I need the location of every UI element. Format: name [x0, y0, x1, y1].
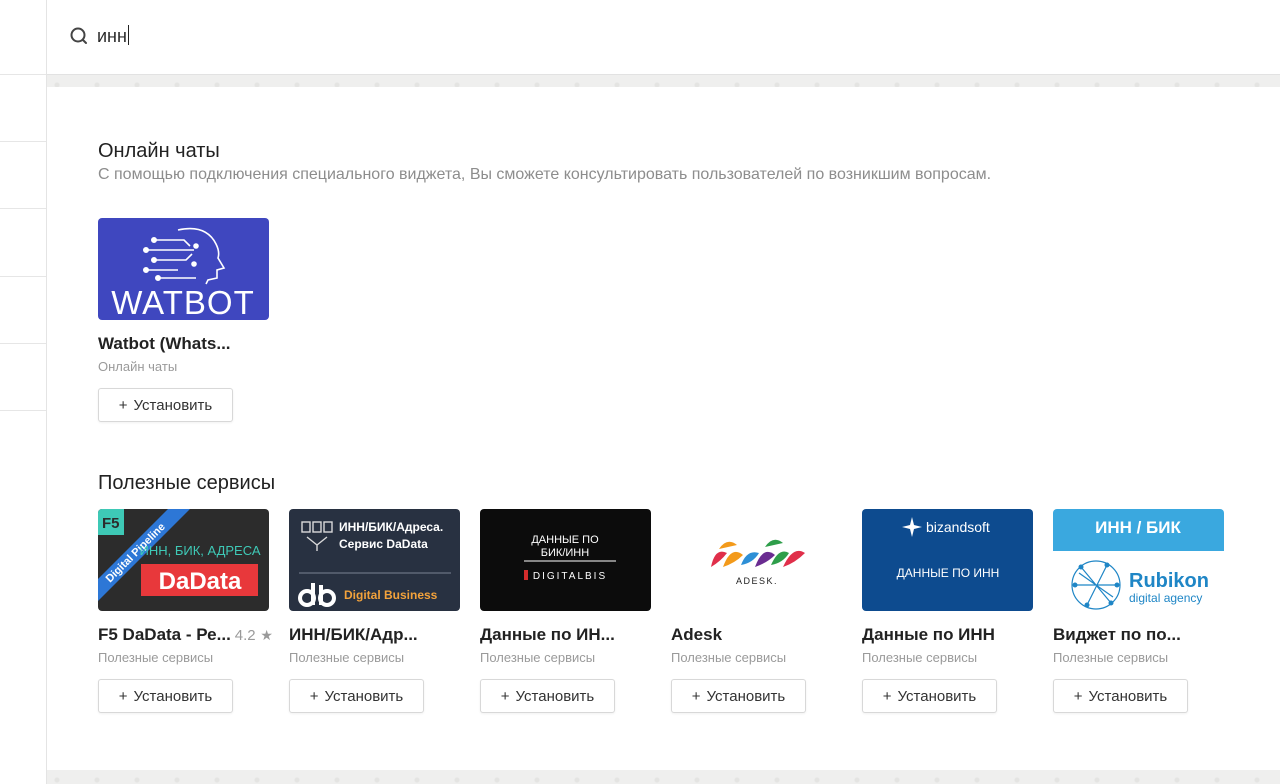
card-category: Полезные сервисы [480, 650, 596, 665]
card-category: Полезные сервисы [862, 650, 978, 665]
card-category: Онлайн чаты [98, 359, 178, 374]
card-title[interactable]: F5 DaData - Ре... 4.2 ★ [98, 625, 273, 645]
card-category: Полезные сервисы [1053, 650, 1169, 665]
logo-line-1: ДАННЫЕ ПО ИНН [897, 566, 1000, 580]
card-category: Полезные сервисы [671, 650, 787, 665]
card-category: Полезные сервисы [289, 650, 405, 665]
logo-line-2: Сервис DaData [339, 537, 428, 551]
card-title[interactable]: Данные по ИНН [862, 625, 995, 645]
brand-name: bizandsoft [926, 519, 990, 535]
install-button[interactable]: + Установить [671, 679, 806, 713]
install-button[interactable]: + Установить [1053, 679, 1188, 713]
plus-icon: + [309, 687, 319, 705]
sidebar-divider [0, 141, 46, 142]
watbot-logo-text: WATBOT [111, 284, 254, 320]
plus-icon: + [691, 687, 701, 705]
rubikon-logo[interactable]: ИНН / БИК Rubikon digital agency [1053, 509, 1224, 611]
rating-value: 4.2 [234, 627, 256, 644]
watbot-logo[interactable]: WATBOT [98, 218, 269, 320]
sidebar-divider [0, 276, 46, 277]
install-button[interactable]: + Установить [862, 679, 997, 713]
digitalbis-logo[interactable]: ДАННЫЕ ПО БИК/ИНН DIGITALBIS [480, 509, 651, 611]
card-title[interactable]: Watbot (Whats... [98, 334, 231, 354]
background-pattern [47, 75, 1280, 87]
banner-text: ИНН / БИК [1095, 518, 1181, 537]
card-category: Полезные сервисы [98, 650, 214, 665]
bizandsoft-logo[interactable]: bizandsoft ДАННЫЕ ПО ИНН [862, 509, 1033, 611]
brand-name: DIGITALBIS [533, 571, 607, 582]
sidebar-divider [0, 208, 46, 209]
plus-icon: + [118, 687, 128, 705]
search-input[interactable]: инн [97, 25, 129, 47]
brand-name: Digital Business [344, 588, 438, 602]
card-title[interactable]: Adesk [671, 625, 722, 645]
section-title-online-chats: Онлайн чаты [98, 140, 220, 162]
background-pattern [47, 770, 1280, 784]
search-icon[interactable] [69, 26, 91, 48]
sidebar-divider [0, 74, 46, 75]
plus-icon: + [118, 396, 128, 414]
install-button[interactable]: + Установить [98, 388, 233, 422]
brand-tagline: digital agency [1129, 591, 1202, 605]
card-title[interactable]: Данные по ИН... [480, 625, 615, 645]
sidebar-divider [0, 410, 46, 411]
logo-line-1: ИНН/БИК/Адреса. [339, 520, 443, 534]
install-button[interactable]: + Установить [98, 679, 233, 713]
adesk-logo[interactable]: ADESK. [671, 509, 842, 611]
sidebar-divider [0, 343, 46, 344]
brand-name: Rubikon [1129, 570, 1209, 592]
digital-business-logo[interactable]: ИНН/БИК/Адреса. Сервис DaData Digital Bu… [289, 509, 460, 611]
left-sidebar [0, 0, 47, 784]
plus-icon: + [500, 687, 510, 705]
text-caret [127, 25, 129, 45]
brand-name: ADESK. [736, 576, 778, 586]
logo-line-1: ДАННЫЕ ПО [531, 534, 599, 546]
star-icon: ★ [260, 627, 273, 643]
install-button[interactable]: + Установить [480, 679, 615, 713]
f5-logo-text: F5 [102, 515, 120, 532]
search-bar[interactable]: инн [47, 0, 1280, 75]
logo-line-2: БИК/ИНН [541, 547, 589, 559]
dadata-wordmark: DaData [159, 568, 242, 595]
dadata-logo[interactable]: F5 Digital Pipeline ИНН, БИК, АДРЕСА DaD… [98, 509, 269, 611]
section-description: С помощью подключения специального видже… [98, 166, 992, 183]
section-title-useful-services: Полезные сервисы [98, 472, 276, 494]
plus-icon: + [882, 687, 892, 705]
plus-icon: + [1073, 687, 1083, 705]
card-title[interactable]: Виджет по по... [1053, 625, 1181, 645]
dadata-tagline: ИНН, БИК, АДРЕСА [139, 543, 260, 558]
install-button[interactable]: + Установить [289, 679, 424, 713]
card-title[interactable]: ИНН/БИК/Адр... [289, 625, 418, 645]
